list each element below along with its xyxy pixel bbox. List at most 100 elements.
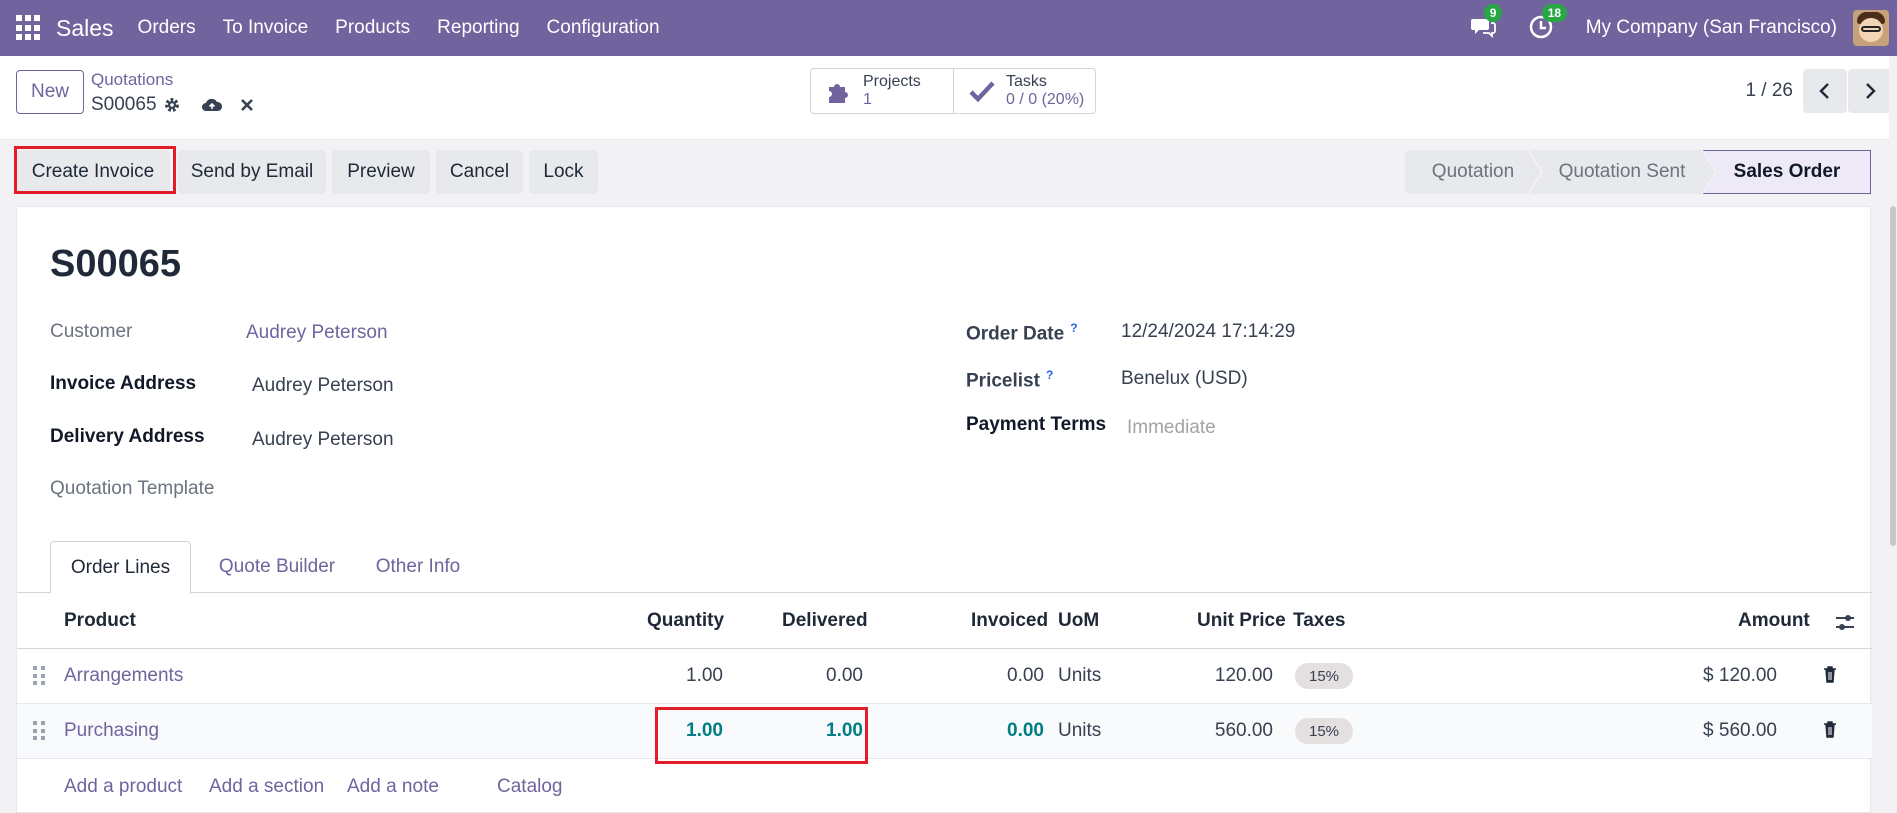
col-product[interactable]: Product: [64, 610, 136, 632]
activity-badge: 18: [1541, 4, 1568, 22]
app-name[interactable]: Sales: [56, 15, 114, 42]
tax-badge[interactable]: 15%: [1295, 663, 1353, 689]
tasks-label: Tasks: [1006, 73, 1047, 90]
table-row[interactable]: Purchasing 1.00 1.00 0.00 Units 560.00 1…: [17, 704, 1872, 759]
new-button[interactable]: New: [16, 70, 84, 114]
unit-price-cell[interactable]: 560.00: [1193, 720, 1273, 742]
save-cloud-icon[interactable]: [201, 95, 223, 115]
pager-value[interactable]: 1 / 26: [1745, 80, 1793, 102]
stage-sales-order[interactable]: Sales Order: [1703, 150, 1871, 194]
menu-orders[interactable]: Orders: [138, 17, 196, 39]
tasks-smart-button[interactable]: Tasks 0 / 0 (20%): [953, 69, 1095, 113]
highlight-create-invoice: [14, 146, 176, 194]
chat-icon[interactable]: 9: [1470, 4, 1503, 42]
customer-label: Customer: [50, 321, 133, 342]
trash-icon[interactable]: [1823, 720, 1837, 738]
col-amount[interactable]: Amount: [1738, 610, 1810, 632]
order-lines-header: Product Quantity Delivered Invoiced UoM …: [17, 593, 1872, 649]
projects-count: 1: [863, 91, 872, 108]
tasks-count: 0 / 0 (20%): [1006, 91, 1085, 108]
product-cell[interactable]: Arrangements: [64, 665, 183, 687]
amount-cell: $ 120.00: [1703, 665, 1777, 686]
control-panel: New Quotations S00065 Projects 1 Tasks 0 /…: [0, 56, 1897, 140]
col-delivered[interactable]: Delivered: [782, 610, 868, 632]
menu-configuration[interactable]: Configuration: [547, 17, 660, 39]
projects-label: Projects: [863, 73, 921, 90]
quantity-cell[interactable]: 1.00: [657, 665, 723, 687]
payment-terms-field[interactable]: Immediate: [1127, 417, 1216, 439]
catalog-link[interactable]: Catalog: [497, 776, 563, 798]
preview-button[interactable]: Preview: [332, 150, 430, 194]
pricelist-label: Pricelist?: [966, 368, 1054, 392]
customer-field[interactable]: Audrey Peterson: [246, 322, 388, 344]
column-settings-icon[interactable]: [1834, 613, 1856, 633]
invoice-address-label: Invoice Address: [50, 373, 197, 394]
stage-quotation-sent[interactable]: Quotation Sent: [1529, 150, 1715, 194]
invoice-address-field[interactable]: Audrey Peterson: [252, 375, 394, 397]
menu-products[interactable]: Products: [335, 17, 410, 39]
order-date-help-icon[interactable]: ?: [1070, 321, 1077, 335]
record-name: S00065: [91, 94, 157, 115]
pricelist-field[interactable]: Benelux (USD): [1121, 368, 1248, 390]
product-cell[interactable]: Purchasing: [64, 720, 159, 742]
col-invoiced[interactable]: Invoiced: [971, 610, 1048, 632]
tab-other-info[interactable]: Other Info: [363, 541, 473, 593]
pricelist-help-icon[interactable]: ?: [1046, 368, 1053, 382]
add-product-link[interactable]: Add a product: [64, 776, 182, 798]
payment-terms-label: Payment Terms: [966, 414, 1107, 435]
trash-icon[interactable]: [1823, 665, 1837, 683]
form-sheet: S00065 Customer Audrey Peterson Invoice …: [16, 206, 1872, 813]
menu-reporting[interactable]: Reporting: [437, 17, 519, 39]
stage-quotation[interactable]: Quotation: [1405, 150, 1541, 194]
user-avatar[interactable]: [1853, 10, 1889, 46]
delivery-address-field[interactable]: Audrey Peterson: [252, 429, 394, 451]
col-taxes[interactable]: Taxes: [1293, 610, 1345, 632]
invoiced-cell: 0.00: [1007, 720, 1044, 741]
status-bar: Create Invoice Send by Email Preview Can…: [0, 140, 1897, 206]
col-uom[interactable]: UoM: [1058, 610, 1099, 632]
page-scrollbar[interactable]: [1889, 56, 1897, 813]
company-switcher[interactable]: My Company (San Francisco): [1586, 17, 1837, 39]
chat-badge: 9: [1483, 4, 1503, 22]
highlight-quantity-delivered: [655, 707, 868, 764]
breadcrumb-quotations[interactable]: Quotations: [91, 70, 173, 90]
amount-cell: $ 560.00: [1703, 720, 1777, 741]
chevron-left-icon: [1819, 83, 1829, 99]
order-date-label: Order Date?: [966, 321, 1078, 345]
projects-smart-button[interactable]: Projects 1: [811, 69, 953, 113]
unit-price-cell[interactable]: 120.00: [1193, 665, 1273, 687]
drag-handle-icon[interactable]: [33, 721, 45, 741]
top-navbar: Sales Orders To Invoice Products Reporti…: [0, 0, 1897, 56]
drag-handle-icon[interactable]: [33, 666, 45, 686]
add-note-link[interactable]: Add a note: [347, 776, 439, 798]
page-title: S00065: [50, 243, 182, 285]
order-date-field[interactable]: 12/24/2024 17:14:29: [1121, 321, 1295, 343]
stage-pipeline: Quotation Quotation Sent Sales Order: [1405, 150, 1871, 194]
lock-button[interactable]: Lock: [529, 150, 598, 194]
invoiced-cell: 0.00: [1007, 665, 1044, 686]
col-quantity[interactable]: Quantity: [647, 610, 724, 632]
activity-clock-icon[interactable]: 18: [1528, 4, 1568, 42]
delivery-address-label: Delivery Address: [50, 426, 205, 447]
scrollbar-thumb[interactable]: [1890, 206, 1896, 546]
notebook-tabs: Order Lines Quote Builder Other Info: [17, 541, 1872, 594]
uom-cell[interactable]: Units: [1058, 720, 1101, 742]
pager-previous-button[interactable]: [1803, 69, 1847, 113]
tab-quote-builder[interactable]: Quote Builder: [207, 541, 347, 593]
add-section-link[interactable]: Add a section: [209, 776, 324, 798]
discard-icon[interactable]: [239, 97, 255, 113]
pager-next-button[interactable]: [1848, 69, 1892, 113]
tax-badge[interactable]: 15%: [1295, 718, 1353, 744]
apps-menu-icon[interactable]: [16, 15, 42, 41]
quotation-template-label: Quotation Template: [50, 478, 215, 499]
uom-cell[interactable]: Units: [1058, 665, 1101, 687]
tab-order-lines[interactable]: Order Lines: [50, 541, 191, 594]
gear-icon[interactable]: [163, 96, 181, 114]
table-row[interactable]: Arrangements 1.00 0.00 0.00 Units 120.00…: [17, 649, 1872, 704]
col-unit-price[interactable]: Unit Price: [1197, 610, 1286, 632]
puzzle-icon: [829, 84, 848, 103]
menu-to-invoice[interactable]: To Invoice: [223, 17, 309, 39]
send-by-email-button[interactable]: Send by Email: [178, 150, 326, 194]
delivered-cell[interactable]: 0.00: [797, 665, 863, 687]
cancel-button[interactable]: Cancel: [436, 150, 523, 194]
